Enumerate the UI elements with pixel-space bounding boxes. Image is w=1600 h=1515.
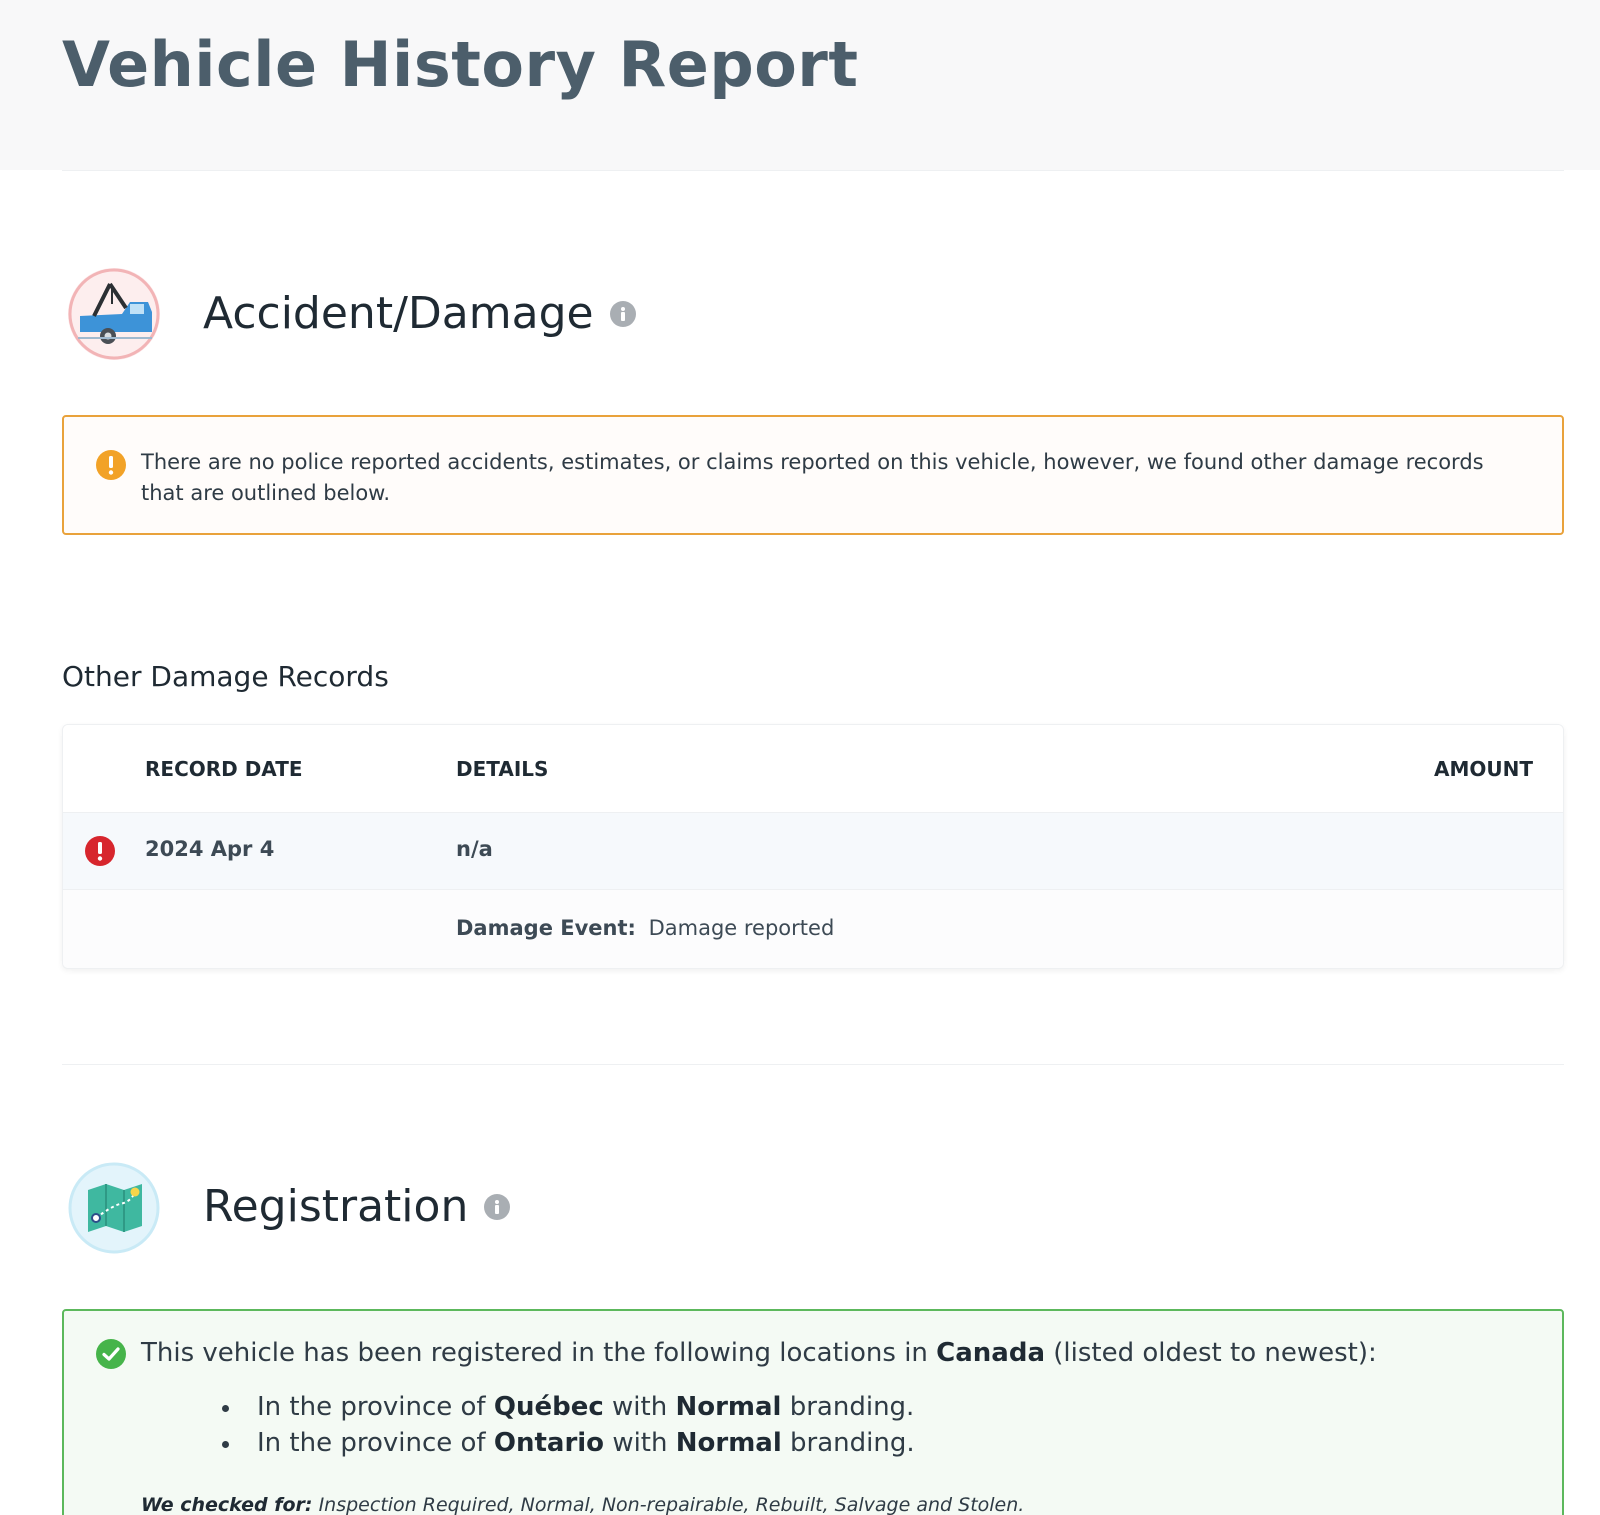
bullet-icon (222, 1405, 229, 1412)
location-suffix: branding. (790, 1428, 915, 1458)
registration-intro-suffix: (listed oldest to newest): (1053, 1338, 1377, 1368)
location-province: Ontario (493, 1428, 605, 1458)
registration-heading: Registration (203, 1181, 511, 1232)
accident-warning-alert: There are no police reported accidents, … (62, 415, 1564, 535)
map-icon (68, 1162, 160, 1254)
table-header: RECORD DATE DETAILS AMOUNT (63, 725, 1563, 813)
registration-country: Canada (936, 1338, 1046, 1368)
column-header-amount[interactable]: AMOUNT (1434, 757, 1533, 781)
location-branding: Normal (675, 1392, 782, 1422)
divider (62, 170, 1564, 171)
other-damage-records-heading: Other Damage Records (62, 660, 389, 693)
list-item: In the province of Ontario with Normal b… (199, 1425, 915, 1461)
table-row-detail: Damage Event: Damage reported (63, 890, 1563, 968)
column-header-details[interactable]: DETAILS (456, 757, 548, 781)
check-circle-icon (96, 1339, 126, 1369)
location-branding: Normal (675, 1428, 782, 1458)
location-middle: with (612, 1392, 668, 1422)
accident-damage-title: Accident/Damage (203, 288, 594, 339)
warning-icon (96, 450, 126, 480)
info-icon[interactable] (484, 1193, 511, 1220)
registration-locations-list: In the province of Québec with Normal br… (199, 1389, 915, 1461)
info-icon[interactable] (609, 300, 636, 327)
page-title: Vehicle History Report (62, 28, 859, 101)
column-header-record-date[interactable]: RECORD DATE (145, 757, 303, 781)
table-row[interactable]: 2024 Apr 4 n/a (63, 813, 1563, 890)
registration-intro: This vehicle has been registered in the … (141, 1335, 1512, 1371)
location-suffix: branding. (789, 1392, 915, 1422)
accident-damage-heading: Accident/Damage (203, 288, 636, 339)
checked-for-line: We checked for: Inspection Required, Nor… (141, 1494, 1024, 1515)
location-middle: with (612, 1428, 668, 1458)
bullet-icon (222, 1441, 229, 1448)
damage-event-value: Damage reported (648, 916, 835, 940)
damage-event-line: Damage Event: Damage reported (456, 916, 834, 940)
divider (62, 1064, 1564, 1065)
location-province: Québec (493, 1392, 604, 1422)
record-details: n/a (456, 837, 493, 861)
registration-success-alert: This vehicle has been registered in the … (62, 1309, 1564, 1515)
danger-exclamation-icon (85, 836, 115, 866)
registration-intro-prefix: This vehicle has been registered in the … (141, 1338, 928, 1368)
tow-truck-icon (68, 268, 160, 360)
location-prefix: In the province of (257, 1392, 486, 1422)
damage-event-label: Damage Event: (456, 916, 636, 940)
checked-for-value: Inspection Required, Normal, Non-repaira… (318, 1494, 1025, 1515)
location-prefix: In the province of (257, 1428, 486, 1458)
record-date: 2024 Apr 4 (145, 837, 275, 861)
damage-records-table: RECORD DATE DETAILS AMOUNT 2024 Apr 4 n/… (62, 724, 1564, 969)
list-item: In the province of Québec with Normal br… (199, 1389, 915, 1425)
registration-title: Registration (203, 1181, 469, 1232)
report-header: Vehicle History Report (0, 0, 1600, 170)
checked-for-label: We checked for: (141, 1494, 313, 1515)
accident-alert-text: There are no police reported accidents, … (141, 450, 1484, 505)
